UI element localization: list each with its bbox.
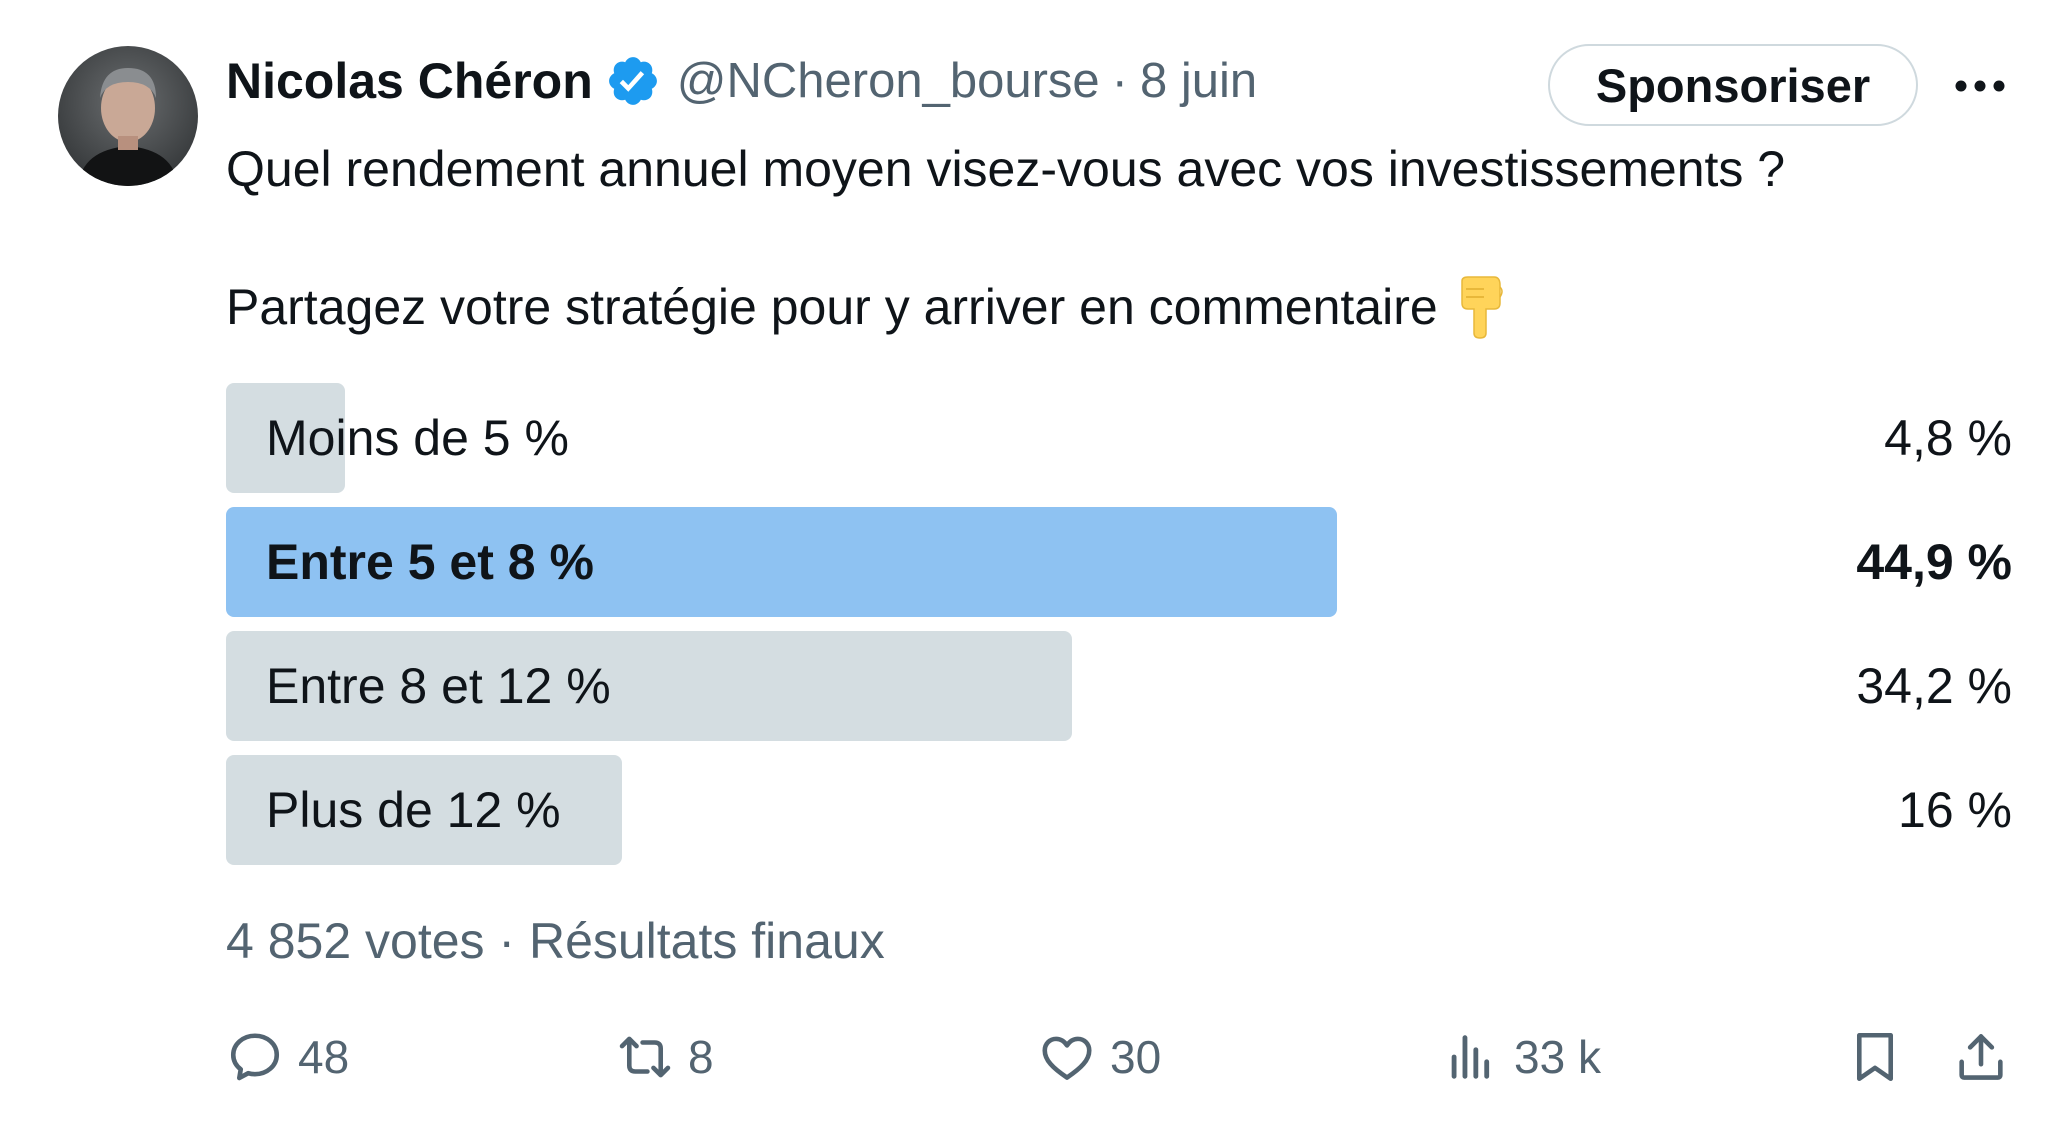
separator-dot: · — [1111, 54, 1128, 108]
share-upload-icon — [1952, 1028, 2010, 1086]
author-name[interactable]: Nicolas Chéron — [226, 52, 593, 110]
tweet: Nicolas Chéron @NCheron_bourse · 8 juin … — [0, 0, 2064, 1126]
views-chart-icon — [1442, 1028, 1500, 1086]
poll-option-label: Moins de 5 % — [266, 410, 569, 466]
poll-option-percent: 4,8 % — [1884, 410, 2012, 466]
poll: Moins de 5 % 4,8 % Entre 5 et 8 % 44,9 %… — [226, 383, 2012, 879]
poll-option-percent: 16 % — [1898, 782, 2012, 838]
author-handle[interactable]: @NCheron_bourse — [677, 53, 1100, 109]
tweet-header: Nicolas Chéron @NCheron_bourse · 8 juin — [226, 50, 1257, 112]
reply-button[interactable]: 48 — [226, 1022, 349, 1092]
poll-option-label: Plus de 12 % — [266, 782, 561, 838]
poll-option-label: Entre 8 et 12 % — [266, 658, 611, 714]
reply-icon — [226, 1028, 284, 1086]
poll-option: Plus de 12 % 16 % — [226, 755, 2012, 865]
like-count: 30 — [1110, 1031, 1162, 1083]
repost-count: 8 — [688, 1031, 714, 1083]
like-button[interactable]: 30 — [1038, 1022, 1161, 1092]
poll-footer: 4 852 votes · Résultats finaux — [226, 913, 885, 969]
repost-icon — [616, 1028, 674, 1086]
tweet-date[interactable]: 8 juin — [1140, 53, 1257, 109]
heart-icon — [1038, 1028, 1096, 1086]
tweet-text-line-2: Partagez votre stratégie pour y arriver … — [226, 275, 1506, 343]
avatar[interactable] — [58, 46, 198, 186]
views-count: 33 k — [1514, 1031, 1601, 1083]
poll-option-percent: 34,2 % — [1856, 658, 2012, 714]
sponsor-button[interactable]: Sponsoriser — [1548, 44, 1918, 126]
share-button[interactable] — [1952, 1022, 2010, 1092]
verified-badge-icon[interactable] — [605, 53, 661, 109]
poll-option: Moins de 5 % 4,8 % — [226, 383, 2012, 493]
action-bar: 48 8 30 33 k — [226, 1022, 2016, 1092]
tweet-text-line-2-content: Partagez votre stratégie pour y arriver … — [226, 279, 1438, 335]
tweet-text-line-1: Quel rendement annuel moyen visez-vous a… — [226, 141, 1786, 197]
bookmark-icon — [1846, 1028, 1904, 1086]
more-dots-icon[interactable] — [1950, 64, 2010, 108]
repost-button[interactable]: 8 — [616, 1022, 714, 1092]
bookmark-button[interactable] — [1846, 1022, 1904, 1092]
poll-option-percent: 44,9 % — [1856, 534, 2012, 590]
pointing-down-emoji-icon — [1454, 275, 1506, 339]
poll-option: Entre 5 et 8 % 44,9 % — [226, 507, 2012, 617]
views-button[interactable]: 33 k — [1442, 1022, 1601, 1092]
poll-option-label: Entre 5 et 8 % — [266, 534, 594, 590]
reply-count: 48 — [298, 1031, 350, 1083]
poll-option: Entre 8 et 12 % 34,2 % — [226, 631, 2012, 741]
